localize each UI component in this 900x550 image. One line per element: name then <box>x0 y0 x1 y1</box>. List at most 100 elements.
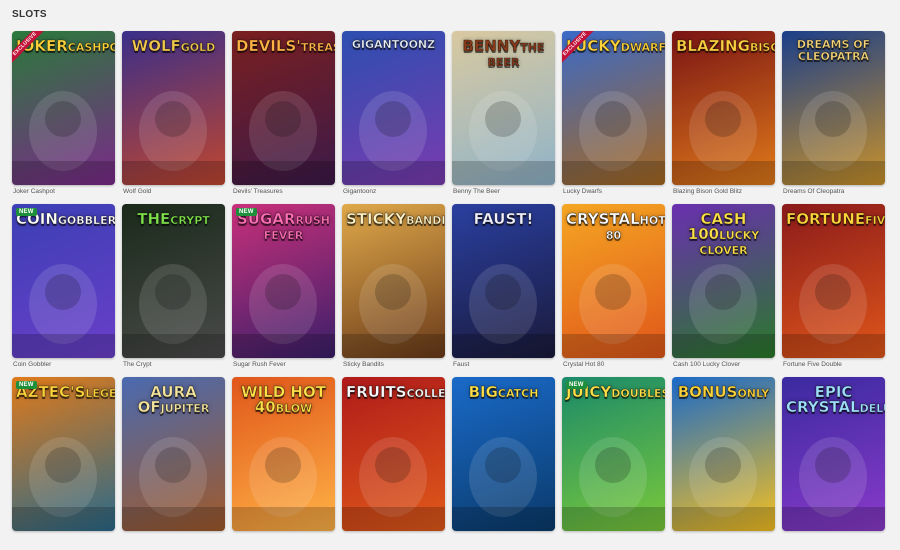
game-title[interactable]: Gigantoonz <box>343 188 445 195</box>
game-thumbnail[interactable]: BonusOnly <box>672 377 775 531</box>
game-thumbnail[interactable]: Aura ofJupiter <box>122 377 225 531</box>
game-title[interactable]: Blazing Bison Gold Blitz <box>673 188 775 195</box>
game-artwork <box>452 377 555 531</box>
game-tile[interactable]: CrystalHot 80 Crystal Hot 80 <box>562 204 665 377</box>
game-logo: SugarRush Fever <box>236 211 331 242</box>
game-tile[interactable]: Faust! Faust <box>452 204 555 377</box>
game-logo-subtext: Cashpot <box>67 41 115 54</box>
game-tile[interactable]: BlazingBison Blazing Bison Gold Blitz <box>672 31 775 204</box>
game-thumbnail[interactable]: StickyBandits <box>342 204 445 358</box>
game-logo-text: The <box>137 210 171 228</box>
game-logo: Faust! <box>456 210 551 228</box>
game-tile[interactable]: Gigantoonz Gigantoonz <box>342 31 445 204</box>
game-title[interactable]: Wolf Gold <box>123 188 225 195</box>
game-tile[interactable]: FruitsCollection <box>342 377 445 550</box>
game-logo: BlazingBison <box>676 37 775 55</box>
game-logo-text: Blazing <box>676 37 751 55</box>
game-tile[interactable]: WolfGold Wolf Gold <box>122 31 225 204</box>
game-tile[interactable]: JokerCashpotEXCLUSIVE Joker Cashpot <box>12 31 115 204</box>
game-title[interactable]: Lucky Dwarfs <box>563 188 665 195</box>
game-thumbnail[interactable]: Cash 100Lucky Clover <box>672 204 775 358</box>
game-thumbnail[interactable]: Wild Hot 40Blow <box>232 377 335 531</box>
game-thumbnail[interactable]: FruitsCollection <box>342 377 445 531</box>
game-title[interactable]: The Crypt <box>123 361 225 368</box>
game-title[interactable]: Sugar Rush Fever <box>233 361 335 368</box>
game-tile[interactable]: Dreams of Cleopatra Dreams Of Cleopatra <box>782 31 885 204</box>
game-tile[interactable]: CoinGobbler NEW Coin Gobbler <box>12 204 115 377</box>
game-tile[interactable]: Epic CrystalDeluxe <box>782 377 885 550</box>
new-badge: NEW <box>16 381 37 389</box>
game-tile[interactable]: JuicyDoubles NEW <box>562 377 665 550</box>
game-thumbnail[interactable]: JokerCashpotEXCLUSIVE <box>12 31 115 185</box>
game-thumbnail[interactable]: Bennythe Beer <box>452 31 555 185</box>
game-logo-subtext: Crypt <box>170 214 210 227</box>
game-logo: BonusOnly <box>676 383 771 401</box>
game-tile[interactable]: LuckyDwarfsEXCLUSIVE Lucky Dwarfs <box>562 31 665 204</box>
game-logo: CrystalHot 80 <box>566 210 665 242</box>
new-badge: NEW <box>566 381 587 389</box>
game-thumbnail[interactable]: SugarRush Fever NEW <box>232 204 335 358</box>
game-thumbnail[interactable]: FortuneFive <box>782 204 885 358</box>
game-title[interactable]: Devils' Treasures <box>233 188 335 195</box>
new-badge: NEW <box>16 208 37 216</box>
game-tile[interactable]: SugarRush Fever NEW Sugar Rush Fever <box>232 204 335 377</box>
game-title[interactable]: Sticky Bandits <box>343 361 445 368</box>
game-logo-subtext: Legend <box>85 387 115 400</box>
game-thumbnail[interactable]: Epic CrystalDeluxe <box>782 377 885 531</box>
game-thumbnail[interactable]: WolfGold <box>122 31 225 185</box>
game-logo-subtext: Doubles <box>611 387 665 400</box>
game-logo-text: Bonus <box>677 383 738 401</box>
game-thumbnail[interactable]: CrystalHot 80 <box>562 204 665 358</box>
game-artwork <box>342 31 445 185</box>
game-thumbnail[interactable]: BigCatch <box>452 377 555 531</box>
game-tile[interactable]: TheCrypt The Crypt <box>122 204 225 377</box>
game-title[interactable]: Coin Gobbler <box>13 361 115 368</box>
game-logo-subtext: Bison <box>749 41 775 54</box>
game-tile[interactable]: FortuneFive Fortune Five Double <box>782 204 885 377</box>
game-logo-text: Fortune <box>786 210 866 228</box>
game-thumbnail[interactable]: Devils'Treasures <box>232 31 335 185</box>
game-logo-text: Dreams of Cleopatra <box>796 38 871 63</box>
game-logo: FruitsCollection <box>346 384 445 400</box>
game-thumbnail[interactable]: BlazingBison <box>672 31 775 185</box>
game-logo-text: Faust! <box>473 210 534 228</box>
game-logo-subtext: Dwarfs <box>620 41 665 54</box>
game-tile[interactable]: Aztec'sLegendNEW <box>12 377 115 550</box>
game-logo: Gigantoonz <box>346 38 441 51</box>
game-title[interactable]: Dreams Of Cleopatra <box>783 188 885 195</box>
new-badge: NEW <box>236 208 257 216</box>
game-title[interactable]: Fortune Five Double <box>783 361 885 368</box>
game-tile[interactable]: Aura ofJupiter <box>122 377 225 550</box>
game-title[interactable]: Faust <box>453 361 555 368</box>
game-tile[interactable]: Wild Hot 40Blow <box>232 377 335 550</box>
game-thumbnail[interactable]: JuicyDoubles NEW <box>562 377 665 531</box>
game-logo-text: Sticky <box>346 210 407 228</box>
game-tile[interactable]: Bennythe Beer Benny The Beer <box>452 31 555 204</box>
game-title[interactable]: Crystal Hot 80 <box>563 361 665 368</box>
game-thumbnail[interactable]: Faust! <box>452 204 555 358</box>
game-tile[interactable]: BonusOnly <box>672 377 775 550</box>
game-thumbnail[interactable]: Gigantoonz <box>342 31 445 185</box>
game-thumbnail[interactable]: CoinGobbler NEW <box>12 204 115 358</box>
game-logo-subtext: Catch <box>497 387 539 400</box>
game-logo: Aura ofJupiter <box>126 384 221 415</box>
game-title[interactable]: Benny The Beer <box>453 188 555 195</box>
game-title[interactable]: Cash 100 Lucky Clover <box>673 361 775 368</box>
game-tile[interactable]: Cash 100Lucky Clover Cash 100 Lucky Clove… <box>672 204 775 377</box>
game-logo-text: Epic Crystal <box>786 383 860 416</box>
game-logo-subtext: Bandits <box>406 214 445 227</box>
game-thumbnail[interactable]: TheCrypt <box>122 204 225 358</box>
game-thumbnail[interactable]: Dreams of Cleopatra <box>782 31 885 185</box>
game-logo-subtext: Five <box>865 214 885 227</box>
game-logo-text: Crystal <box>566 210 640 228</box>
game-tile[interactable]: Devils'Treasures Devils' Treasures <box>232 31 335 204</box>
game-thumbnail[interactable]: LuckyDwarfsEXCLUSIVE <box>562 31 665 185</box>
game-logo-text: Devils' <box>236 37 301 55</box>
game-tile[interactable]: StickyBanditsSticky Bandits <box>342 204 445 377</box>
game-thumbnail[interactable]: Aztec'sLegendNEW <box>12 377 115 531</box>
game-logo: Bennythe Beer <box>456 38 551 69</box>
game-title[interactable]: Joker Cashpot <box>13 188 115 195</box>
game-tile[interactable]: BigCatch <box>452 377 555 550</box>
game-logo: Dreams of Cleopatra <box>786 38 881 63</box>
game-logo-subtext: Blow <box>275 402 313 415</box>
